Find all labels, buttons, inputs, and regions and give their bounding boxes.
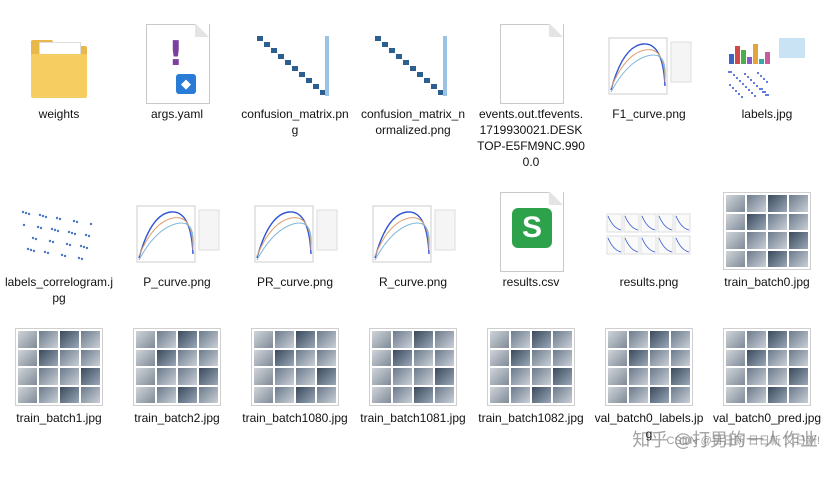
image-mosaic-thumbnail	[723, 192, 811, 270]
file-name-label: train_batch1080.jpg	[242, 411, 348, 425]
file-thumbnail	[354, 174, 472, 270]
file-item[interactable]: events.out.tfevents.1719930021.DESKTOP-E…	[472, 6, 590, 176]
file-thumbnail	[472, 310, 590, 406]
file-thumbnail	[590, 174, 708, 270]
file-name-label: confusion_matrix.png	[241, 107, 349, 137]
plot-thumbnail	[257, 36, 329, 96]
file-name-label: F1_curve.png	[612, 107, 686, 121]
file-item[interactable]: confusion_matrix_normalized.png	[354, 6, 472, 176]
file-thumbnail	[354, 6, 472, 102]
file-thumbnail	[236, 174, 354, 270]
file-item[interactable]: train_batch1081.jpg	[354, 310, 472, 480]
file-thumbnail	[590, 6, 708, 102]
image-mosaic-thumbnail	[723, 328, 811, 406]
file-thumbnail	[118, 174, 236, 270]
file-name-label: train_batch1081.jpg	[360, 411, 466, 425]
folder-icon	[27, 32, 91, 102]
file-name-label: train_batch1.jpg	[16, 411, 102, 425]
file-thumbnail	[0, 6, 118, 102]
plot-thumbnail	[606, 213, 691, 255]
image-mosaic-thumbnail	[487, 328, 575, 406]
file-thumbnail	[590, 310, 708, 406]
plot-thumbnail	[375, 36, 447, 96]
plot-thumbnail	[136, 205, 220, 263]
file-thumbnail	[0, 310, 118, 406]
file-thumbnail	[708, 174, 826, 270]
file-grid: weights ! ◆ args.yaml confusion_matrix.png co…	[0, 0, 830, 458]
file-name-label: train_batch1082.jpg	[478, 411, 584, 425]
file-name-label: train_batch2.jpg	[134, 411, 220, 425]
file-name-label: args.yaml	[150, 107, 203, 121]
yaml-file-icon: ! ◆	[146, 23, 210, 104]
plot-thumbnail	[608, 37, 692, 95]
generic-file-icon	[500, 23, 564, 104]
file-item[interactable]: val_batch0_labels.jpg	[590, 310, 708, 480]
file-name-label: P_curve.png	[143, 275, 211, 289]
file-thumbnail	[354, 310, 472, 406]
file-thumbnail: ! ◆	[118, 6, 236, 104]
file-item[interactable]: confusion_matrix.png	[236, 6, 354, 176]
plot-thumbnail	[372, 205, 456, 263]
image-mosaic-thumbnail	[15, 328, 103, 406]
image-mosaic-thumbnail	[251, 328, 339, 406]
file-name-label: PR_curve.png	[256, 275, 334, 289]
file-thumbnail	[708, 6, 826, 102]
file-item[interactable]: train_batch1.jpg	[0, 310, 118, 480]
image-mosaic-thumbnail	[605, 328, 693, 406]
file-item[interactable]: ! ◆ args.yaml	[118, 6, 236, 176]
file-name-label: events.out.tfevents.1719930021.DESKTOP-E…	[477, 107, 585, 169]
image-mosaic-thumbnail	[369, 328, 457, 406]
file-name-label: results.png	[619, 275, 679, 289]
file-thumbnail	[708, 310, 826, 406]
file-name-label: results.csv	[502, 275, 560, 289]
file-name-label: val_batch0_pred.jpg	[712, 411, 822, 425]
file-thumbnail: S	[472, 174, 590, 272]
plot-thumbnail	[728, 38, 805, 98]
plot-thumbnail	[254, 205, 338, 263]
file-name-label: weights	[38, 107, 80, 121]
file-thumbnail	[118, 310, 236, 406]
file-item[interactable]: train_batch1082.jpg	[472, 310, 590, 480]
file-item[interactable]: val_batch0_pred.jpg	[708, 310, 826, 480]
file-thumbnail	[472, 6, 590, 104]
file-item[interactable]: weights	[0, 6, 118, 176]
csv-file-icon: S	[500, 191, 564, 272]
csdn-watermark: CSDN @日日新 日日新 又日新!	[666, 435, 820, 447]
file-item[interactable]: F1_curve.png	[590, 6, 708, 176]
file-thumbnail	[236, 310, 354, 406]
file-name-label: R_curve.png	[378, 275, 448, 289]
file-name-label: labels_correlogram.jpg	[4, 275, 114, 305]
file-item[interactable]: train_batch1080.jpg	[236, 310, 354, 480]
file-item[interactable]: labels.jpg	[708, 6, 826, 176]
plot-thumbnail	[17, 204, 101, 266]
file-thumbnail	[236, 6, 354, 102]
file-name-label: labels.jpg	[741, 107, 793, 121]
file-item[interactable]: train_batch2.jpg	[118, 310, 236, 480]
file-name-label: train_batch0.jpg	[724, 275, 810, 289]
file-name-label: confusion_matrix_normalized.png	[360, 107, 466, 137]
file-thumbnail	[0, 174, 118, 270]
image-mosaic-thumbnail	[133, 328, 221, 406]
